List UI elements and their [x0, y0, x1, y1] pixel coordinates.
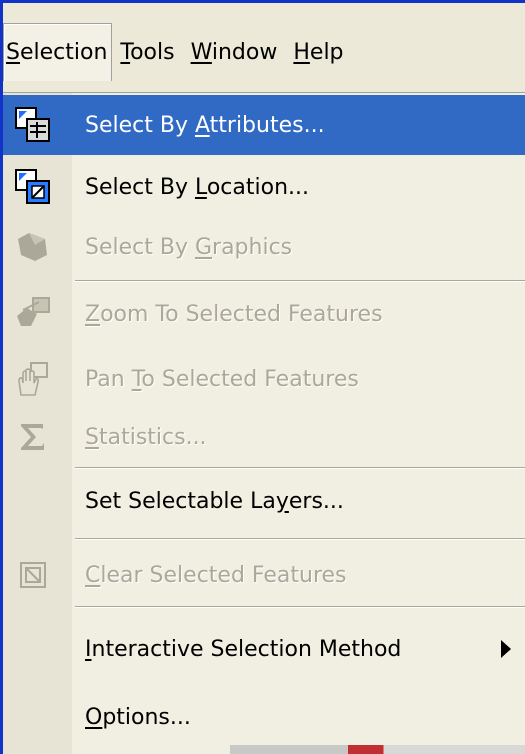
menu-item-label: Select By Attributes...: [85, 112, 325, 138]
selection-dropdown-menu: Select By Attributes... Select By Locati…: [3, 92, 525, 754]
menu-item-select-by-attributes[interactable]: Select By Attributes...: [3, 95, 525, 155]
clear-selection-icon: [20, 562, 46, 588]
menu-item-clear-selected-features[interactable]: Clear Selected Features: [3, 545, 525, 605]
sigma-icon: [21, 424, 44, 450]
menu-item-zoom-to-selected-features[interactable]: Zoom To Selected Features: [3, 284, 525, 344]
menu-item-label: Interactive Selection Method: [85, 636, 402, 662]
menu-item-pan-to-selected-features[interactable]: Pan To Selected Features: [3, 349, 525, 409]
menu-item-statistics[interactable]: Statistics...: [3, 407, 525, 467]
zoom-to-selected-icon: [17, 297, 50, 326]
select-by-graphics-icon: [18, 233, 47, 261]
menu-selection[interactable]: Selection: [3, 23, 113, 81]
select-by-attributes-icon: [15, 107, 50, 142]
menu-item-select-by-graphics[interactable]: Select By Graphics: [3, 217, 525, 277]
menu-item-set-selectable-layers[interactable]: Set Selectable Layers...: [3, 471, 525, 531]
select-by-location-icon: [15, 169, 50, 204]
menu-separator: [75, 280, 525, 282]
menu-item-select-by-location[interactable]: Select By Location...: [3, 157, 525, 217]
pan-hand-icon: [18, 362, 48, 396]
menu-item-label: Options...: [85, 704, 191, 730]
menu-item-label: Clear Selected Features: [85, 562, 347, 588]
menu-help[interactable]: Help: [285, 23, 351, 81]
menu-item-label: Select By Location...: [85, 174, 310, 200]
menu-separator: [75, 467, 525, 469]
menu-item-options[interactable]: Options...: [3, 687, 525, 747]
menu-item-label: Statistics...: [85, 424, 207, 450]
menu-separator: [75, 538, 525, 540]
menu-window[interactable]: Window: [183, 23, 286, 81]
background-window-strip: [230, 745, 525, 754]
menu-selection-label: election: [19, 40, 108, 65]
menu-item-label: Zoom To Selected Features: [85, 301, 383, 327]
menu-bar: Selection Tools Window Help: [3, 12, 525, 92]
menu-tools[interactable]: Tools: [112, 23, 182, 81]
menu-item-interactive-selection-method[interactable]: Interactive Selection Method: [3, 619, 525, 679]
menu-item-label: Set Selectable Layers...: [85, 488, 344, 514]
menu-item-label: Select By Graphics: [85, 234, 293, 260]
menu-item-label: Pan To Selected Features: [85, 366, 359, 392]
menu-separator: [75, 606, 525, 608]
submenu-arrow-icon: [501, 640, 511, 658]
